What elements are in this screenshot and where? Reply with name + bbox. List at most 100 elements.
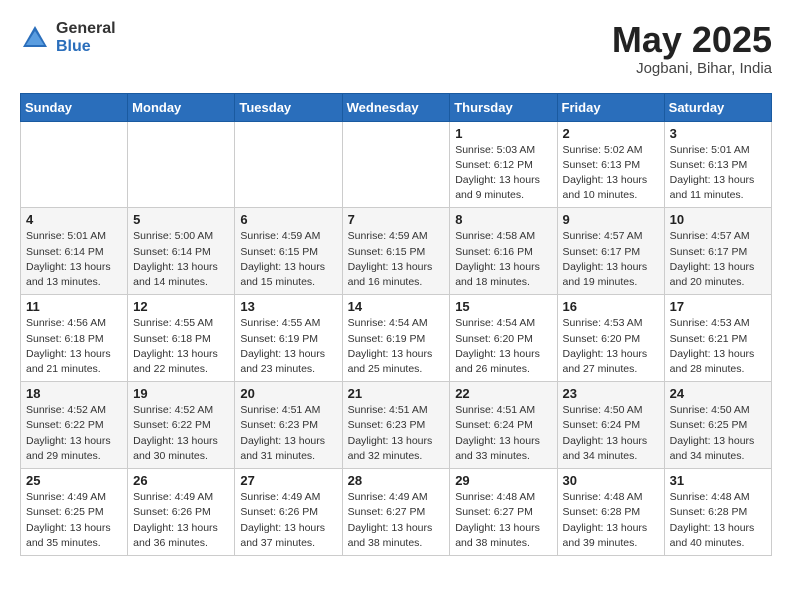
day-info: Sunrise: 4:51 AM Sunset: 6:23 PM Dayligh…	[348, 403, 445, 464]
day-number: 26	[133, 473, 229, 488]
day-number: 17	[670, 299, 766, 314]
day-number: 3	[670, 126, 766, 141]
calendar-cell: 12Sunrise: 4:55 AM Sunset: 6:18 PM Dayli…	[128, 295, 235, 382]
weekday-header-row: SundayMondayTuesdayWednesdayThursdayFrid…	[21, 93, 772, 121]
location: Jogbani, Bihar, India	[612, 60, 772, 77]
calendar-cell: 25 Sunrise: 4:49 AM Sunset: 6:25 PM Dayli…	[21, 469, 128, 556]
weekday-header: Tuesday	[235, 93, 342, 121]
day-info: Sunrise: 4:49 AM Sunset: 6:26 PM Dayligh…	[133, 490, 229, 551]
day-info: Sunrise: 4:51 AM Sunset: 6:24 PM Dayligh…	[455, 403, 551, 464]
day-number: 28	[348, 473, 445, 488]
calendar-cell: 10 Sunrise: 4:57 AM Sunset: 6:17 PM Dayli…	[664, 208, 771, 295]
calendar-cell: 28Sunrise: 4:49 AM Sunset: 6:27 PM Dayli…	[342, 469, 450, 556]
day-info: Sunrise: 4:54 AM Sunset: 6:19 PM Dayligh…	[348, 316, 445, 377]
day-info: Sunrise: 4:48 AM Sunset: 6:28 PM Dayligh…	[670, 490, 766, 551]
day-info: Sunrise: 4:49 AM Sunset: 6:25 PM Dayligh…	[26, 490, 122, 551]
calendar-cell: 23 Sunrise: 4:50 AM Sunset: 6:24 PM Dayli…	[557, 382, 664, 469]
calendar-cell: 31Sunrise: 4:48 AM Sunset: 6:28 PM Dayli…	[664, 469, 771, 556]
calendar-cell: 30Sunrise: 4:48 AM Sunset: 6:28 PM Dayli…	[557, 469, 664, 556]
logo: General Blue	[20, 20, 116, 55]
day-number: 7	[348, 212, 445, 227]
calendar-cell: 26 Sunrise: 4:49 AM Sunset: 6:26 PM Dayli…	[128, 469, 235, 556]
logo-blue: Blue	[56, 38, 116, 56]
day-info: Sunrise: 4:49 AM Sunset: 6:26 PM Dayligh…	[240, 490, 336, 551]
day-number: 13	[240, 299, 336, 314]
day-info: Sunrise: 4:59 AM Sunset: 6:15 PM Dayligh…	[240, 229, 336, 290]
month-title: May 2025	[612, 20, 772, 60]
day-number: 8	[455, 212, 551, 227]
day-info: Sunrise: 4:50 AM Sunset: 6:25 PM Dayligh…	[670, 403, 766, 464]
calendar-week-row: 11 Sunrise: 4:56 AM Sunset: 6:18 PM Dayli…	[21, 295, 772, 382]
logo-text: General Blue	[56, 20, 116, 55]
calendar-cell: 2 Sunrise: 5:02 AM Sunset: 6:13 PM Daylig…	[557, 121, 664, 208]
calendar-cell: 6Sunrise: 4:59 AM Sunset: 6:15 PM Daylig…	[235, 208, 342, 295]
day-info: Sunrise: 4:59 AM Sunset: 6:15 PM Dayligh…	[348, 229, 445, 290]
title-block: May 2025 Jogbani, Bihar, India	[612, 20, 772, 77]
calendar-cell	[128, 121, 235, 208]
weekday-header: Monday	[128, 93, 235, 121]
day-number: 20	[240, 386, 336, 401]
weekday-header: Saturday	[664, 93, 771, 121]
day-number: 5	[133, 212, 229, 227]
calendar-cell: 11 Sunrise: 4:56 AM Sunset: 6:18 PM Dayli…	[21, 295, 128, 382]
calendar-cell: 20 Sunrise: 4:51 AM Sunset: 6:23 PM Dayli…	[235, 382, 342, 469]
day-info: Sunrise: 4:52 AM Sunset: 6:22 PM Dayligh…	[26, 403, 122, 464]
calendar-cell	[235, 121, 342, 208]
calendar-cell	[342, 121, 450, 208]
calendar-cell	[21, 121, 128, 208]
calendar-cell: 13 Sunrise: 4:55 AM Sunset: 6:19 PM Dayli…	[235, 295, 342, 382]
calendar-week-row: 25 Sunrise: 4:49 AM Sunset: 6:25 PM Dayli…	[21, 469, 772, 556]
calendar-cell: 8Sunrise: 4:58 AM Sunset: 6:16 PM Daylig…	[450, 208, 557, 295]
calendar-cell: 18Sunrise: 4:52 AM Sunset: 6:22 PM Dayli…	[21, 382, 128, 469]
day-number: 4	[26, 212, 122, 227]
day-number: 9	[563, 212, 659, 227]
calendar-cell: 27 Sunrise: 4:49 AM Sunset: 6:26 PM Dayli…	[235, 469, 342, 556]
day-number: 12	[133, 299, 229, 314]
day-info: Sunrise: 4:56 AM Sunset: 6:18 PM Dayligh…	[26, 316, 122, 377]
page-header: General Blue May 2025 Jogbani, Bihar, In…	[20, 20, 772, 77]
day-number: 30	[563, 473, 659, 488]
day-info: Sunrise: 4:50 AM Sunset: 6:24 PM Dayligh…	[563, 403, 659, 464]
calendar-cell: 16Sunrise: 4:53 AM Sunset: 6:20 PM Dayli…	[557, 295, 664, 382]
calendar-cell: 15 Sunrise: 4:54 AM Sunset: 6:20 PM Dayli…	[450, 295, 557, 382]
day-number: 16	[563, 299, 659, 314]
day-number: 24	[670, 386, 766, 401]
day-number: 29	[455, 473, 551, 488]
day-number: 11	[26, 299, 122, 314]
day-info: Sunrise: 5:00 AM Sunset: 6:14 PM Dayligh…	[133, 229, 229, 290]
calendar-cell: 3 Sunrise: 5:01 AM Sunset: 6:13 PM Daylig…	[664, 121, 771, 208]
calendar-cell: 21 Sunrise: 4:51 AM Sunset: 6:23 PM Dayli…	[342, 382, 450, 469]
day-info: Sunrise: 4:48 AM Sunset: 6:27 PM Dayligh…	[455, 490, 551, 551]
day-number: 15	[455, 299, 551, 314]
day-info: Sunrise: 5:01 AM Sunset: 6:14 PM Dayligh…	[26, 229, 122, 290]
day-number: 23	[563, 386, 659, 401]
day-number: 1	[455, 126, 551, 141]
weekday-header: Friday	[557, 93, 664, 121]
calendar-cell: 1Sunrise: 5:03 AM Sunset: 6:12 PM Daylig…	[450, 121, 557, 208]
day-number: 19	[133, 386, 229, 401]
calendar-cell: 9Sunrise: 4:57 AM Sunset: 6:17 PM Daylig…	[557, 208, 664, 295]
calendar-cell: 5 Sunrise: 5:00 AM Sunset: 6:14 PM Daylig…	[128, 208, 235, 295]
day-info: Sunrise: 5:01 AM Sunset: 6:13 PM Dayligh…	[670, 143, 766, 204]
calendar-cell: 24 Sunrise: 4:50 AM Sunset: 6:25 PM Dayli…	[664, 382, 771, 469]
weekday-header: Wednesday	[342, 93, 450, 121]
day-number: 27	[240, 473, 336, 488]
day-info: Sunrise: 4:52 AM Sunset: 6:22 PM Dayligh…	[133, 403, 229, 464]
day-info: Sunrise: 4:57 AM Sunset: 6:17 PM Dayligh…	[670, 229, 766, 290]
day-number: 10	[670, 212, 766, 227]
calendar-week-row: 4 Sunrise: 5:01 AM Sunset: 6:14 PM Daylig…	[21, 208, 772, 295]
day-info: Sunrise: 4:51 AM Sunset: 6:23 PM Dayligh…	[240, 403, 336, 464]
day-info: Sunrise: 4:54 AM Sunset: 6:20 PM Dayligh…	[455, 316, 551, 377]
calendar-week-row: 1Sunrise: 5:03 AM Sunset: 6:12 PM Daylig…	[21, 121, 772, 208]
day-number: 21	[348, 386, 445, 401]
calendar-cell: 29 Sunrise: 4:48 AM Sunset: 6:27 PM Dayli…	[450, 469, 557, 556]
calendar-cell: 22 Sunrise: 4:51 AM Sunset: 6:24 PM Dayli…	[450, 382, 557, 469]
day-number: 14	[348, 299, 445, 314]
day-info: Sunrise: 5:02 AM Sunset: 6:13 PM Dayligh…	[563, 143, 659, 204]
calendar-cell: 17 Sunrise: 4:53 AM Sunset: 6:21 PM Dayli…	[664, 295, 771, 382]
day-number: 2	[563, 126, 659, 141]
day-number: 22	[455, 386, 551, 401]
day-info: Sunrise: 4:53 AM Sunset: 6:21 PM Dayligh…	[670, 316, 766, 377]
day-number: 25	[26, 473, 122, 488]
day-info: Sunrise: 4:55 AM Sunset: 6:19 PM Dayligh…	[240, 316, 336, 377]
